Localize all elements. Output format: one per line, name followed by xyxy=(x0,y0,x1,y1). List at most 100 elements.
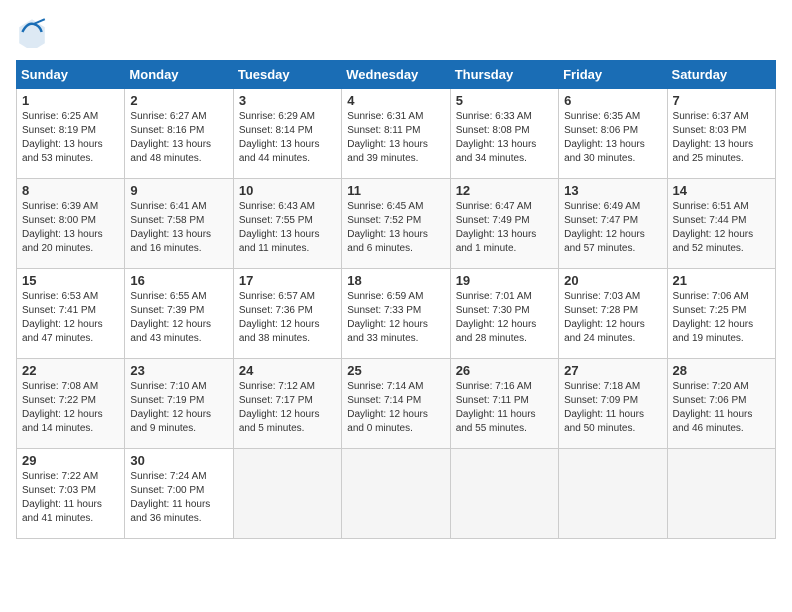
day-info: Sunrise: 6:43 AMSunset: 7:55 PMDaylight:… xyxy=(239,200,336,256)
day-info: Sunrise: 6:25 AMSunset: 8:19 PMDaylight:… xyxy=(22,110,119,166)
day-cell xyxy=(450,449,558,539)
day-info: Sunrise: 6:29 AMSunset: 8:14 PMDaylight:… xyxy=(239,110,336,166)
calendar-table: SundayMondayTuesdayWednesdayThursdayFrid… xyxy=(16,60,776,539)
day-cell: 3 Sunrise: 6:29 AMSunset: 8:14 PMDaylight… xyxy=(233,89,341,179)
day-number: 20 xyxy=(564,273,661,288)
day-info: Sunrise: 7:14 AMSunset: 7:14 PMDaylight:… xyxy=(347,380,444,436)
day-cell: 4 Sunrise: 6:31 AMSunset: 8:11 PMDaylight… xyxy=(342,89,450,179)
day-number: 3 xyxy=(239,93,336,108)
day-info: Sunrise: 7:24 AMSunset: 7:00 PMDaylight:… xyxy=(130,470,227,526)
day-number: 10 xyxy=(239,183,336,198)
day-cell xyxy=(667,449,775,539)
day-cell: 22 Sunrise: 7:08 AMSunset: 7:22 PMDayligh… xyxy=(17,359,125,449)
day-number: 5 xyxy=(456,93,553,108)
day-number: 2 xyxy=(130,93,227,108)
day-cell: 6 Sunrise: 6:35 AMSunset: 8:06 PMDaylight… xyxy=(559,89,667,179)
day-cell: 1 Sunrise: 6:25 AMSunset: 8:19 PMDaylight… xyxy=(17,89,125,179)
day-cell: 19 Sunrise: 7:01 AMSunset: 7:30 PMDayligh… xyxy=(450,269,558,359)
weekday-header-tuesday: Tuesday xyxy=(233,61,341,89)
day-cell: 24 Sunrise: 7:12 AMSunset: 7:17 PMDayligh… xyxy=(233,359,341,449)
day-cell: 13 Sunrise: 6:49 AMSunset: 7:47 PMDayligh… xyxy=(559,179,667,269)
day-number: 19 xyxy=(456,273,553,288)
day-number: 27 xyxy=(564,363,661,378)
day-number: 17 xyxy=(239,273,336,288)
header xyxy=(16,16,776,48)
weekday-header-friday: Friday xyxy=(559,61,667,89)
day-number: 21 xyxy=(673,273,770,288)
day-cell: 23 Sunrise: 7:10 AMSunset: 7:19 PMDayligh… xyxy=(125,359,233,449)
day-info: Sunrise: 6:37 AMSunset: 8:03 PMDaylight:… xyxy=(673,110,770,166)
day-number: 7 xyxy=(673,93,770,108)
day-cell: 7 Sunrise: 6:37 AMSunset: 8:03 PMDaylight… xyxy=(667,89,775,179)
day-cell xyxy=(559,449,667,539)
day-cell xyxy=(233,449,341,539)
day-info: Sunrise: 6:33 AMSunset: 8:08 PMDaylight:… xyxy=(456,110,553,166)
day-info: Sunrise: 6:49 AMSunset: 7:47 PMDaylight:… xyxy=(564,200,661,256)
day-info: Sunrise: 7:08 AMSunset: 7:22 PMDaylight:… xyxy=(22,380,119,436)
day-cell: 11 Sunrise: 6:45 AMSunset: 7:52 PMDayligh… xyxy=(342,179,450,269)
day-info: Sunrise: 7:10 AMSunset: 7:19 PMDaylight:… xyxy=(130,380,227,436)
day-cell: 21 Sunrise: 7:06 AMSunset: 7:25 PMDayligh… xyxy=(667,269,775,359)
day-info: Sunrise: 7:20 AMSunset: 7:06 PMDaylight:… xyxy=(673,380,770,436)
day-cell: 26 Sunrise: 7:16 AMSunset: 7:11 PMDayligh… xyxy=(450,359,558,449)
day-number: 4 xyxy=(347,93,444,108)
day-number: 11 xyxy=(347,183,444,198)
day-number: 9 xyxy=(130,183,227,198)
day-info: Sunrise: 7:06 AMSunset: 7:25 PMDaylight:… xyxy=(673,290,770,346)
day-cell: 5 Sunrise: 6:33 AMSunset: 8:08 PMDaylight… xyxy=(450,89,558,179)
day-cell: 17 Sunrise: 6:57 AMSunset: 7:36 PMDayligh… xyxy=(233,269,341,359)
day-cell: 28Sunrise: 7:20 AMSunset: 7:06 PMDayligh… xyxy=(667,359,775,449)
day-info: Sunrise: 7:12 AMSunset: 7:17 PMDaylight:… xyxy=(239,380,336,436)
day-info: Sunrise: 6:45 AMSunset: 7:52 PMDaylight:… xyxy=(347,200,444,256)
day-cell: 10 Sunrise: 6:43 AMSunset: 7:55 PMDayligh… xyxy=(233,179,341,269)
day-info: Sunrise: 6:53 AMSunset: 7:41 PMDaylight:… xyxy=(22,290,119,346)
day-info: Sunrise: 7:22 AMSunset: 7:03 PMDaylight:… xyxy=(22,470,119,526)
week-row-3: 15 Sunrise: 6:53 AMSunset: 7:41 PMDayligh… xyxy=(17,269,776,359)
day-info: Sunrise: 7:01 AMSunset: 7:30 PMDaylight:… xyxy=(456,290,553,346)
day-number: 29 xyxy=(22,453,119,468)
day-info: Sunrise: 6:35 AMSunset: 8:06 PMDaylight:… xyxy=(564,110,661,166)
day-cell: 9 Sunrise: 6:41 AMSunset: 7:58 PMDaylight… xyxy=(125,179,233,269)
day-cell: 14Sunrise: 6:51 AMSunset: 7:44 PMDayligh… xyxy=(667,179,775,269)
day-info: Sunrise: 6:27 AMSunset: 8:16 PMDaylight:… xyxy=(130,110,227,166)
weekday-header-thursday: Thursday xyxy=(450,61,558,89)
week-row-4: 22 Sunrise: 7:08 AMSunset: 7:22 PMDayligh… xyxy=(17,359,776,449)
logo-icon xyxy=(16,16,48,48)
day-number: 26 xyxy=(456,363,553,378)
day-number: 16 xyxy=(130,273,227,288)
day-info: Sunrise: 6:31 AMSunset: 8:11 PMDaylight:… xyxy=(347,110,444,166)
day-number: 8 xyxy=(22,183,119,198)
day-number: 13 xyxy=(564,183,661,198)
day-cell: 15 Sunrise: 6:53 AMSunset: 7:41 PMDayligh… xyxy=(17,269,125,359)
day-cell: 30 Sunrise: 7:24 AMSunset: 7:00 PMDayligh… xyxy=(125,449,233,539)
logo xyxy=(16,16,52,48)
day-number: 6 xyxy=(564,93,661,108)
day-number: 22 xyxy=(22,363,119,378)
day-info: Sunrise: 7:16 AMSunset: 7:11 PMDaylight:… xyxy=(456,380,553,436)
day-number: 15 xyxy=(22,273,119,288)
weekday-header-sunday: Sunday xyxy=(17,61,125,89)
day-number: 25 xyxy=(347,363,444,378)
day-info: Sunrise: 6:59 AMSunset: 7:33 PMDaylight:… xyxy=(347,290,444,346)
day-number: 23 xyxy=(130,363,227,378)
day-info: Sunrise: 6:47 AMSunset: 7:49 PMDaylight:… xyxy=(456,200,553,256)
week-row-1: 1 Sunrise: 6:25 AMSunset: 8:19 PMDaylight… xyxy=(17,89,776,179)
day-number: 30 xyxy=(130,453,227,468)
day-number: 24 xyxy=(239,363,336,378)
day-cell: 20 Sunrise: 7:03 AMSunset: 7:28 PMDayligh… xyxy=(559,269,667,359)
day-info: Sunrise: 7:03 AMSunset: 7:28 PMDaylight:… xyxy=(564,290,661,346)
weekday-header-monday: Monday xyxy=(125,61,233,89)
day-cell: 29 Sunrise: 7:22 AMSunset: 7:03 PMDayligh… xyxy=(17,449,125,539)
day-cell: 18Sunrise: 6:59 AMSunset: 7:33 PMDayligh… xyxy=(342,269,450,359)
week-row-2: 8Sunrise: 6:39 AMSunset: 8:00 PMDaylight… xyxy=(17,179,776,269)
day-number: 1 xyxy=(22,93,119,108)
day-cell: 8Sunrise: 6:39 AMSunset: 8:00 PMDaylight… xyxy=(17,179,125,269)
weekday-header-row: SundayMondayTuesdayWednesdayThursdayFrid… xyxy=(17,61,776,89)
day-info: Sunrise: 6:57 AMSunset: 7:36 PMDaylight:… xyxy=(239,290,336,346)
weekday-header-saturday: Saturday xyxy=(667,61,775,89)
weekday-header-wednesday: Wednesday xyxy=(342,61,450,89)
day-number: 12 xyxy=(456,183,553,198)
day-cell xyxy=(342,449,450,539)
day-number: 14 xyxy=(673,183,770,198)
day-info: Sunrise: 6:41 AMSunset: 7:58 PMDaylight:… xyxy=(130,200,227,256)
